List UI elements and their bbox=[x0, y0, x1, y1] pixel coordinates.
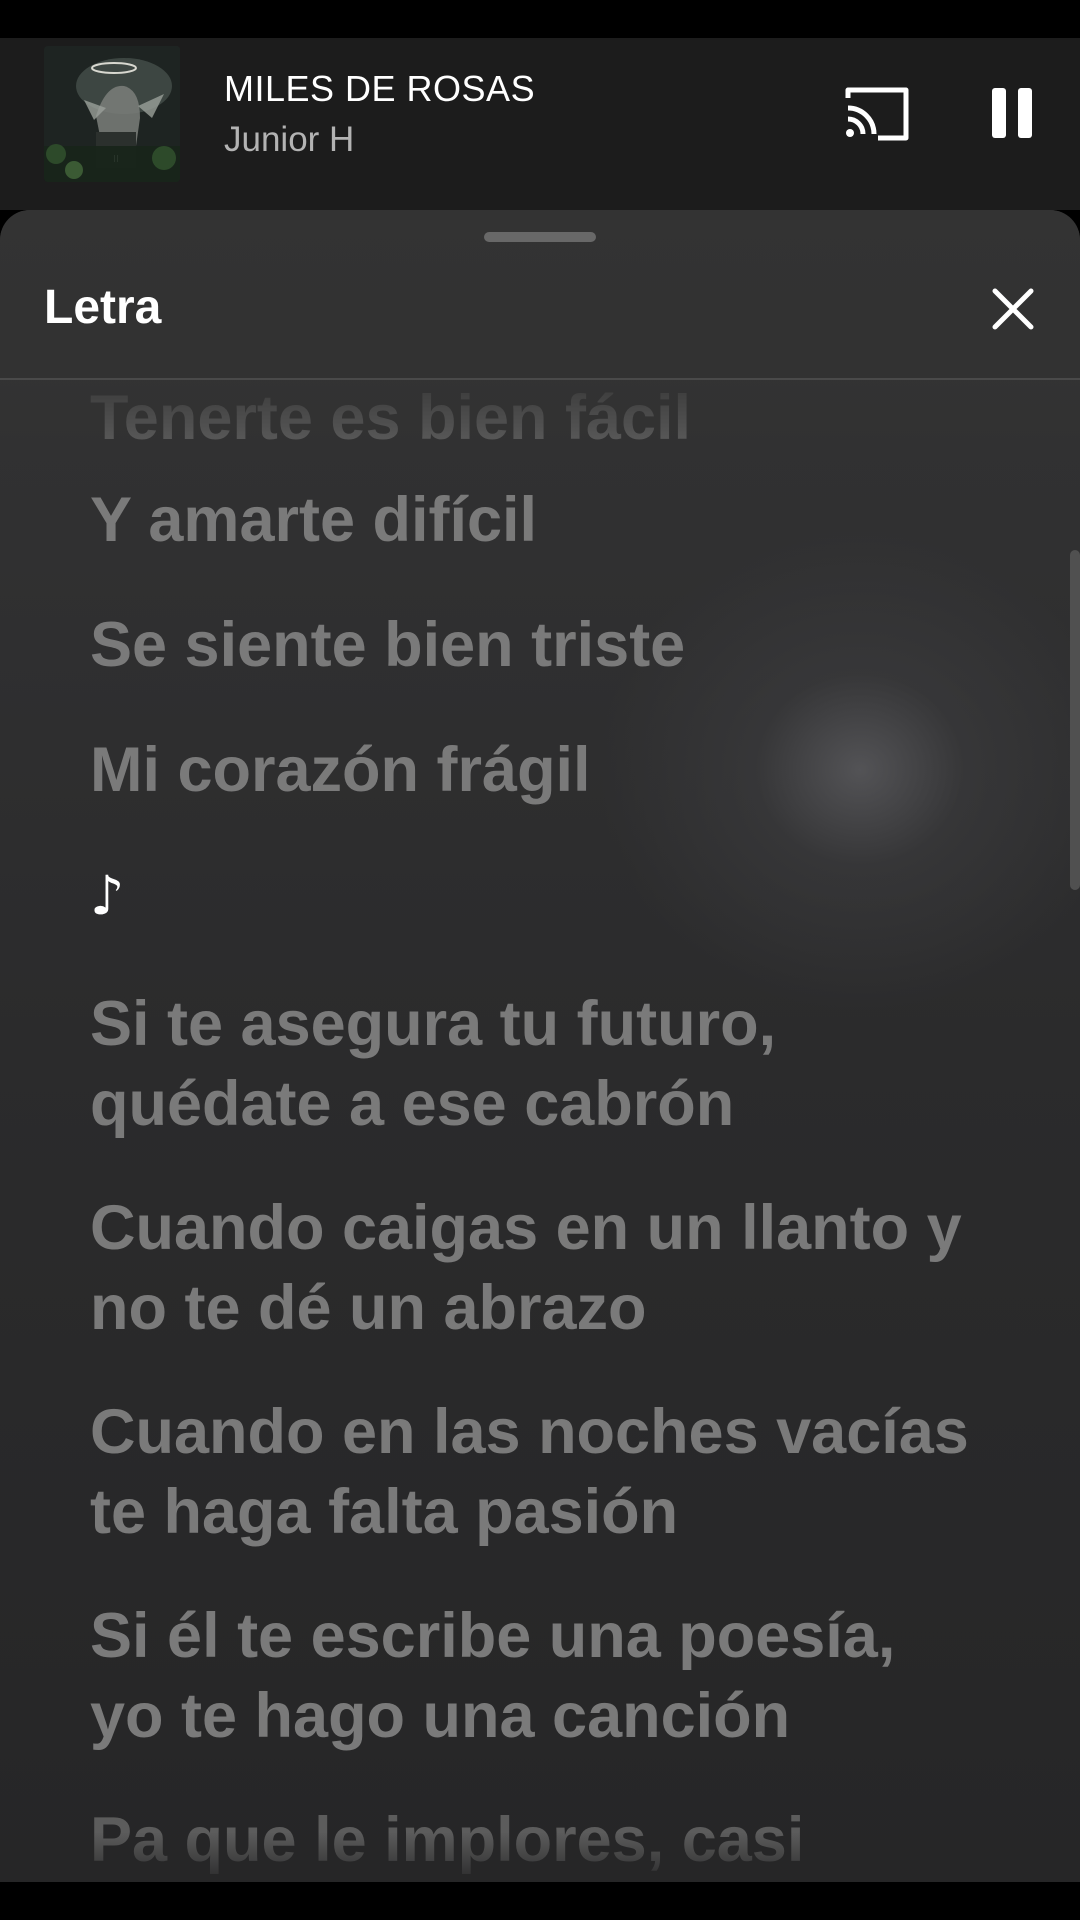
status-bar bbox=[0, 0, 1080, 38]
lyric-line[interactable]: Y amarte difícil bbox=[90, 480, 1000, 560]
lyric-line[interactable]: Si te asegura tu futuro, quédate a ese c… bbox=[90, 984, 1000, 1144]
drag-handle[interactable] bbox=[484, 232, 596, 242]
navigation-bar bbox=[0, 1882, 1080, 1920]
lyric-line[interactable]: Mi corazón frágil bbox=[90, 730, 1000, 810]
close-icon bbox=[992, 288, 1034, 330]
lyric-line-active[interactable]: ♪ bbox=[90, 856, 1000, 936]
track-title[interactable]: MILES DE ROSAS bbox=[224, 68, 535, 110]
album-art[interactable]: II bbox=[44, 46, 180, 182]
cast-button[interactable] bbox=[842, 84, 912, 144]
lyrics-list[interactable]: Tenerte es bien fácil Y amarte difícil S… bbox=[0, 380, 1080, 1882]
close-button[interactable] bbox=[990, 286, 1036, 332]
pause-button[interactable] bbox=[988, 84, 1048, 144]
album-art-image: II bbox=[44, 46, 180, 182]
pause-icon bbox=[992, 88, 1032, 138]
lyric-line[interactable]: Pa que le implores, casi bbox=[90, 1800, 1000, 1880]
track-artist[interactable]: Junior H bbox=[224, 120, 354, 160]
lyric-line[interactable]: Cuando caigas en un llanto y no te dé un… bbox=[90, 1188, 1000, 1348]
cast-icon bbox=[845, 87, 909, 141]
mini-player[interactable]: II MILES DE ROSAS Junior H bbox=[0, 38, 1080, 210]
lyric-line[interactable]: Se siente bien triste bbox=[90, 605, 1000, 685]
scrollbar[interactable] bbox=[1070, 550, 1080, 890]
lyrics-sheet: Letra Tenerte es bien fácil Y amarte dif… bbox=[0, 210, 1080, 1882]
lyric-line[interactable]: Si él te escribe una poesía, yo te hago … bbox=[90, 1596, 1000, 1756]
sheet-title: Letra bbox=[44, 281, 162, 334]
lyric-line[interactable]: Cuando en las noches vacías te haga falt… bbox=[90, 1392, 1000, 1552]
lyric-line[interactable]: Tenerte es bien fácil bbox=[90, 380, 1000, 458]
